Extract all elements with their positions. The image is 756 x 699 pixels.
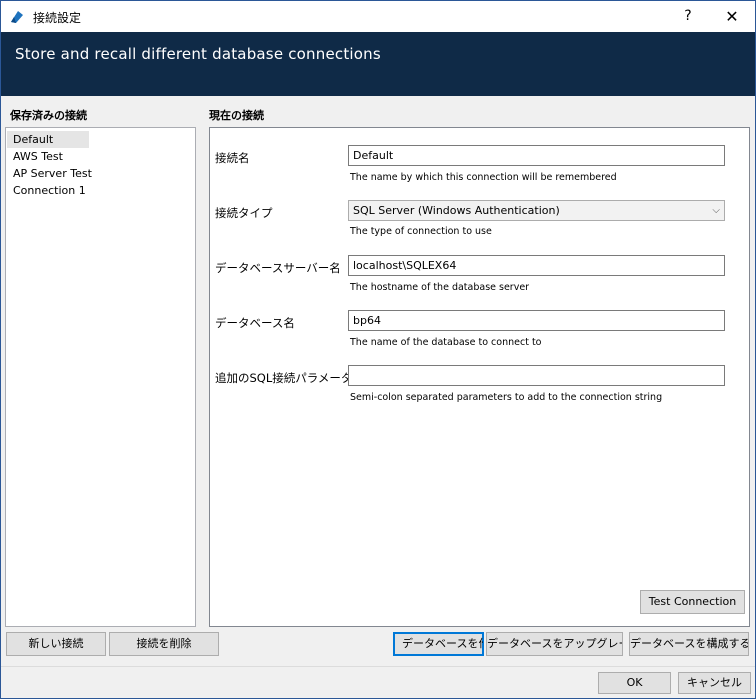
connection-type-label: 接続タイプ — [215, 206, 273, 220]
current-connection-title: 現在の接続 — [209, 109, 264, 122]
sql-params-label: 追加のSQL接続パラメータ — [215, 371, 353, 385]
sql-params-help: Semi-colon separated parameters to add t… — [350, 392, 663, 403]
upgrade-database-button[interactable]: データベースをアップグレード — [486, 632, 623, 656]
list-item[interactable]: AP Server Test — [6, 165, 195, 182]
connection-type-select[interactable]: SQL Server (Windows Authentication) ⌵ — [348, 200, 725, 221]
server-name-label: データベースサーバー名 — [215, 261, 341, 275]
list-item[interactable]: Connection 1 — [6, 182, 195, 199]
sql-params-input[interactable] — [348, 365, 725, 386]
database-name-help: The name of the database to connect to — [350, 337, 542, 348]
server-name-input[interactable]: localhost\SQLEX64 — [348, 255, 725, 276]
help-button[interactable]: ? — [671, 1, 705, 32]
footer-divider — [1, 666, 755, 667]
database-name-label: データベース名 — [215, 316, 295, 330]
new-connection-button[interactable]: 新しい接続 — [6, 632, 106, 656]
connection-type-value: SQL Server (Windows Authentication) — [353, 204, 560, 217]
list-item[interactable]: AWS Test — [6, 148, 195, 165]
app-logo-icon — [11, 11, 23, 23]
header-banner: Store and recall different database conn… — [1, 32, 755, 96]
saved-connections-title: 保存済みの接続 — [10, 109, 87, 122]
current-connection-panel: 接続名 Default The name by which this conne… — [209, 127, 750, 627]
connection-settings-dialog: 接続設定 ? ✕ Store and recall different data… — [0, 0, 756, 699]
title-bar: 接続設定 ? ✕ — [1, 1, 755, 32]
connection-name-help: The name by which this connection will b… — [350, 172, 617, 183]
list-item[interactable]: Default — [7, 131, 89, 148]
window-title: 接続設定 — [33, 11, 82, 25]
close-button[interactable]: ✕ — [709, 1, 755, 32]
database-name-input[interactable]: bp64 — [348, 310, 725, 331]
banner-text: Store and recall different database conn… — [15, 45, 381, 63]
configure-database-button[interactable]: データベースを構成する — [629, 632, 749, 656]
ok-button[interactable]: OK — [598, 672, 671, 694]
delete-connection-button[interactable]: 接続を削除 — [109, 632, 219, 656]
chevron-down-icon: ⌵ — [712, 205, 720, 216]
saved-connections-list[interactable]: Default AWS Test AP Server Test Connecti… — [5, 127, 196, 627]
create-database-button[interactable]: データベースを作成 — [393, 632, 484, 656]
server-name-help: The hostname of the database server — [350, 282, 530, 293]
connection-type-help: The type of connection to use — [350, 226, 492, 237]
cancel-button[interactable]: キャンセル — [678, 672, 751, 694]
connection-name-label: 接続名 — [215, 151, 250, 165]
connection-name-input[interactable]: Default — [348, 145, 725, 166]
test-connection-button[interactable]: Test Connection — [640, 590, 745, 614]
